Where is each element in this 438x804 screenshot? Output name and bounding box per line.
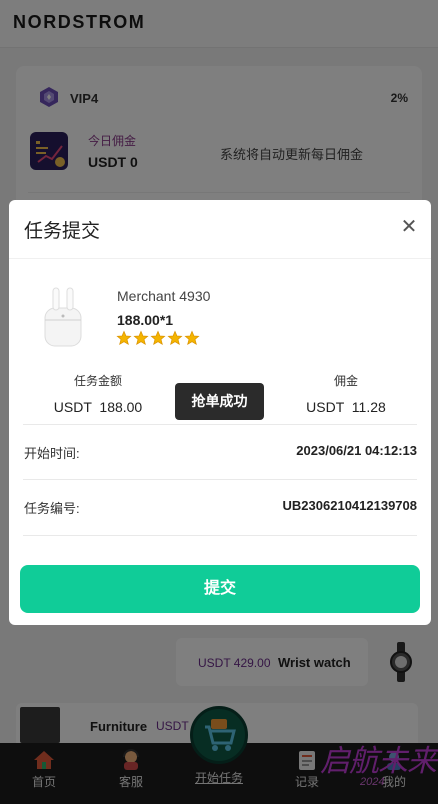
close-icon[interactable]: ✕ [398, 216, 420, 238]
star-icon [133, 330, 149, 346]
submit-button[interactable]: 提交 [20, 565, 420, 613]
task-amount-label: 任务金额 [73, 374, 122, 388]
rating-stars [116, 330, 200, 348]
task-number-value: UB2306210412139708 [282, 498, 417, 513]
start-time-value: 2023/06/21 04:12:13 [296, 443, 417, 458]
start-time-label: 开始时间: [24, 446, 80, 461]
commission-label: 佣金 [333, 374, 358, 388]
product-price-qty: 188.00*1 [117, 312, 174, 328]
task-submit-dialog: 任务提交 ✕ Merchant 4930 188.00*1 任务金额 USDT … [9, 200, 431, 625]
divider [9, 258, 431, 259]
task-number-row: 任务编号: UB2306210412139708 [23, 480, 417, 536]
dialog-title: 任务提交 [24, 221, 101, 242]
star-icon [150, 330, 166, 346]
task-amount: 任务金额 USDT 188.00 [33, 372, 163, 415]
commission-value: USDT 11.28 [306, 399, 386, 415]
start-time-row: 开始时间: 2023/06/21 04:12:13 [23, 424, 417, 480]
task-number-label: 任务编号: [24, 501, 80, 516]
star-icon [167, 330, 183, 346]
merchant-name: Merchant 4930 [117, 288, 211, 304]
airpods-icon [44, 287, 82, 347]
commission: 佣金 USDT 11.28 [281, 372, 411, 415]
success-toast: 抢单成功 [175, 383, 264, 420]
star-icon [116, 330, 132, 346]
task-amount-value: USDT 188.00 [53, 399, 143, 415]
star-icon [184, 330, 200, 346]
